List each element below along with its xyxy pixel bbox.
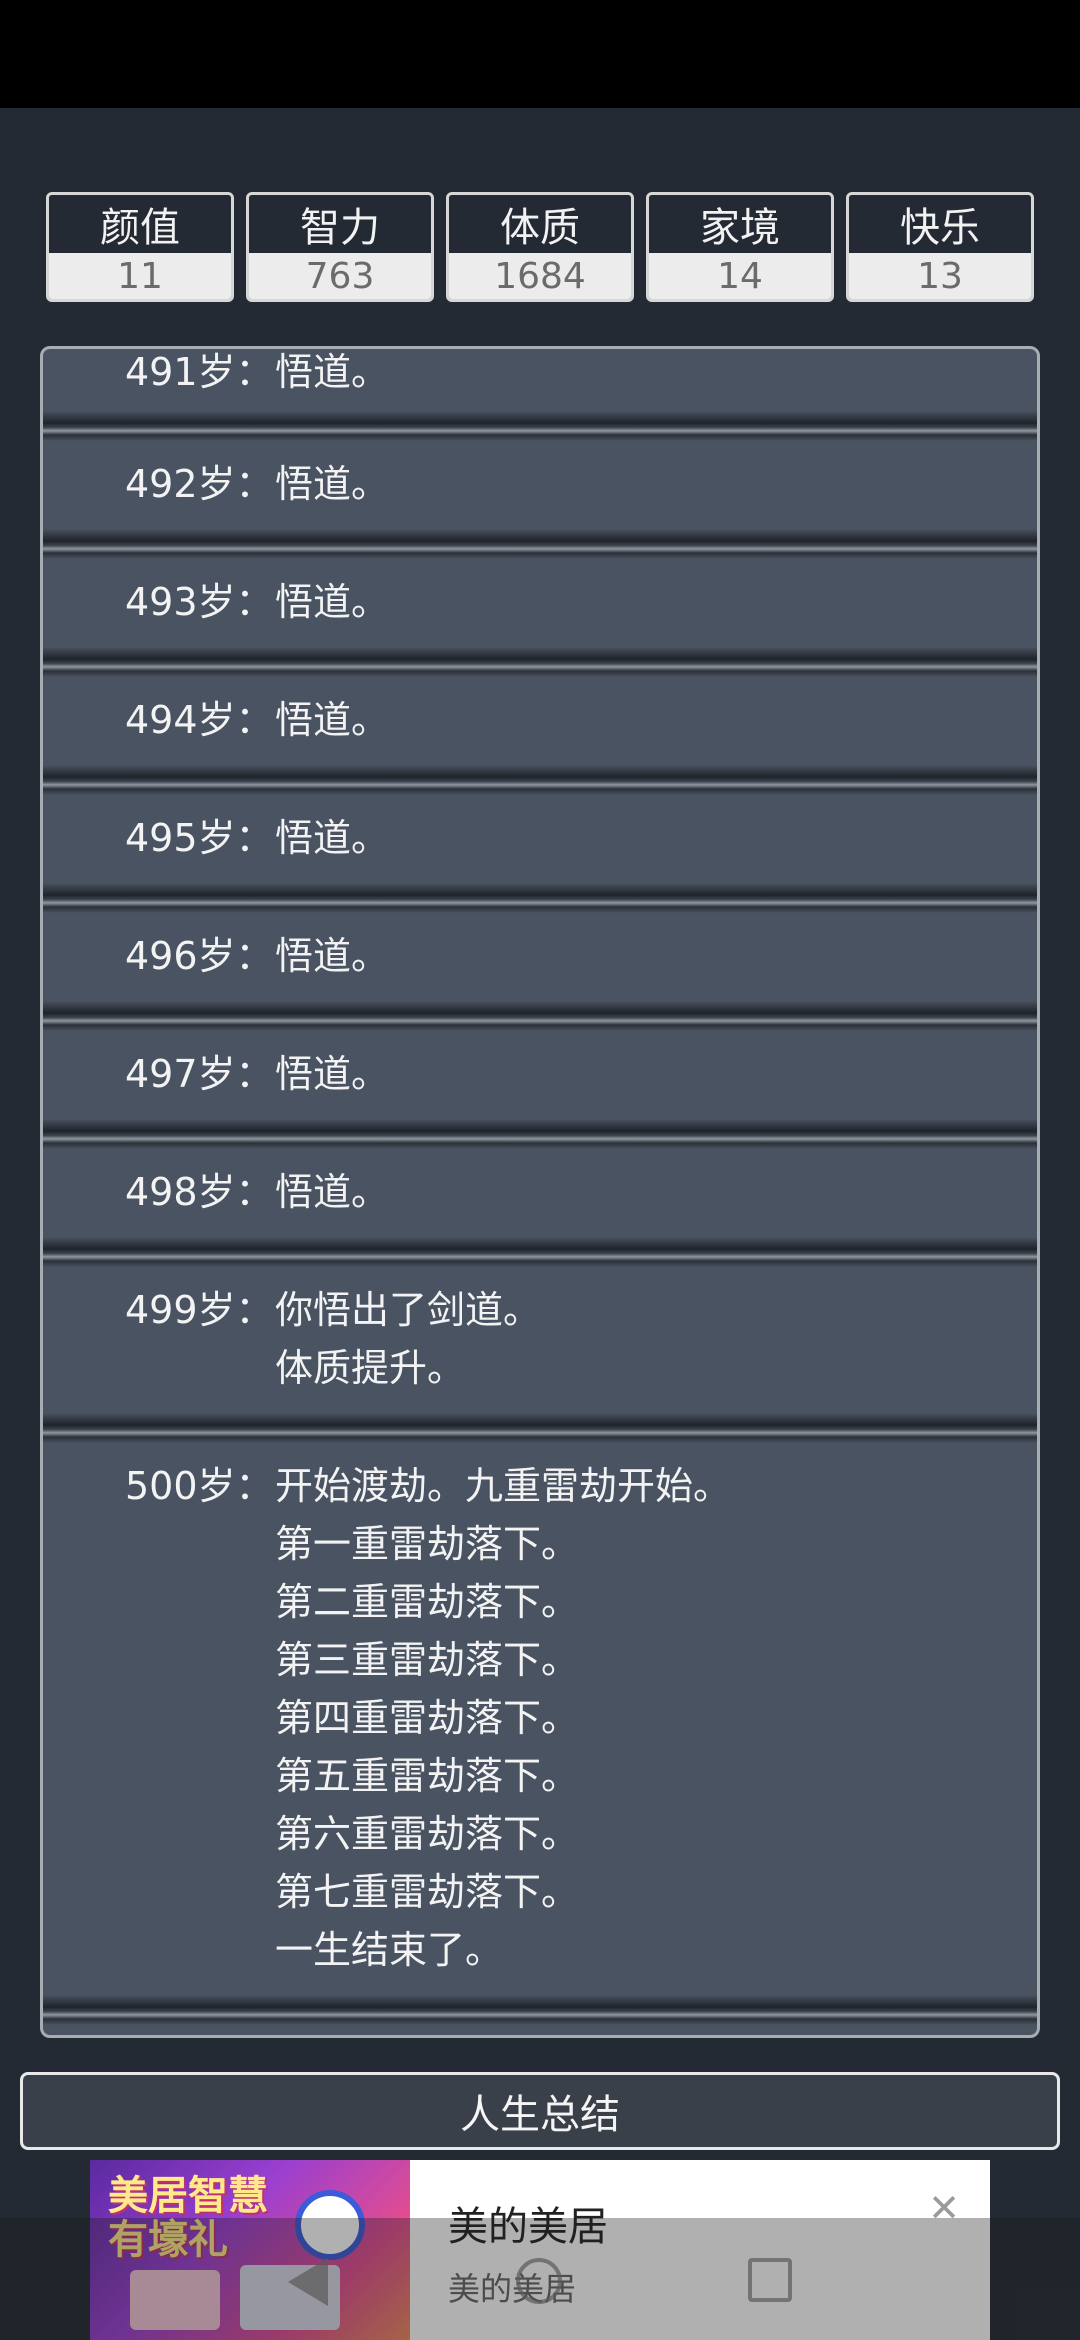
log-entry: 496岁： 悟道。 [43,913,1037,1001]
life-summary-button[interactable]: 人生总结 [20,2072,1060,2150]
log-separator [43,529,1037,559]
stat-happiness: 快乐 13 [846,192,1034,302]
log-text: 开始渡劫。九重雷劫开始。 第一重雷劫落下。 第二重雷劫落下。 第三重雷劫落下。 … [275,1464,732,1972]
log-entry: 493岁： 悟道。 [43,559,1037,647]
log-age: 496岁： [125,934,274,978]
log-text: 悟道。 [275,462,390,506]
log-entry: 498岁： 悟道。 [43,1149,1037,1237]
status-bar [0,0,1080,108]
log-text: 悟道。 [275,816,390,860]
log-separator [43,1995,1037,2025]
log-entry: 495岁： 悟道。 [43,795,1037,883]
log-entry: 499岁： 你悟出了剑道。 体质提升。 [43,1267,1037,1413]
log-entry: 492岁： 悟道。 [43,441,1037,529]
log-separator [43,1001,1037,1031]
stat-intelligence: 智力 763 [246,192,434,302]
log-age: 499岁： [125,1288,274,1332]
log-text: 悟道。 [275,1052,390,1096]
stat-value: 11 [49,253,231,299]
log-age: 494岁： [125,698,274,742]
log-age: 492岁： [125,462,274,506]
stat-value: 14 [649,253,831,299]
stat-value: 1684 [449,253,631,299]
log-entry: 500岁： 开始渡劫。九重雷劫开始。 第一重雷劫落下。 第二重雷劫落下。 第三重… [43,1443,1037,1995]
back-icon[interactable] [288,2258,328,2306]
stat-family: 家境 14 [646,192,834,302]
log-text: 悟道。 [275,350,390,394]
system-nav-bar [0,2218,1080,2340]
log-entry: 494岁： 悟道。 [43,677,1037,765]
log-entry: 491岁： 悟道。 [43,349,1037,411]
log-age: 493岁： [125,580,274,624]
life-log[interactable]: 491岁： 悟道。 492岁： 悟道。 493岁： 悟道。 494岁： 悟道。 … [40,346,1040,2038]
stat-value: 13 [849,253,1031,299]
stat-value: 763 [249,253,431,299]
log-age: 500岁： [125,1464,274,1508]
log-text: 悟道。 [275,1170,390,1214]
log-entry: 497岁： 悟道。 [43,1031,1037,1119]
stat-appearance: 颜值 11 [46,192,234,302]
stats-bar: 颜值 11 智力 763 体质 1684 家境 14 快乐 13 [46,192,1034,302]
log-separator [43,1119,1037,1149]
log-text: 你悟出了剑道。 体质提升。 [275,1288,542,1390]
log-separator [43,1237,1037,1267]
log-text: 悟道。 [275,580,390,624]
log-separator [43,1413,1037,1443]
stat-label: 智力 [249,195,431,253]
stat-label: 快乐 [849,195,1031,253]
log-separator [43,883,1037,913]
log-separator [43,765,1037,795]
log-text: 悟道。 [275,934,390,978]
stat-constitution: 体质 1684 [446,192,634,302]
stat-label: 体质 [449,195,631,253]
log-age: 498岁： [125,1170,274,1214]
log-age: 491岁： [125,350,274,394]
recent-apps-icon[interactable] [748,2258,792,2302]
log-separator [43,647,1037,677]
stat-label: 家境 [649,195,831,253]
log-age: 495岁： [125,816,274,860]
log-separator [43,411,1037,441]
log-age: 497岁： [125,1052,274,1096]
log-text: 悟道。 [275,698,390,742]
stat-label: 颜值 [49,195,231,253]
home-icon[interactable] [516,2258,562,2304]
